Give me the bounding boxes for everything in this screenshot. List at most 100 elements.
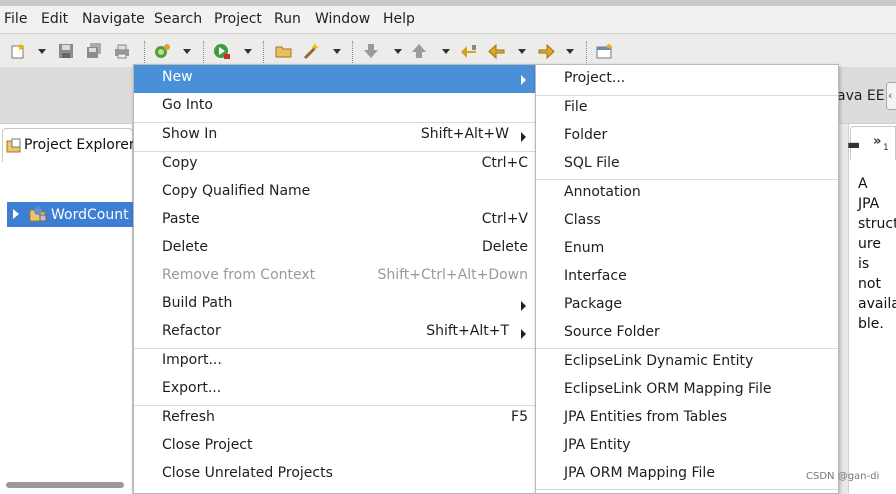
- submenu-item-label: JPA Entities from Tables: [564, 409, 728, 425]
- submenu-item-eclipselink-orm-mapping-file[interactable]: EclipseLink ORM Mapping File: [536, 377, 838, 405]
- back-icon[interactable]: [488, 42, 506, 60]
- tree-expand-icon[interactable]: [13, 209, 19, 219]
- new-submenu: Project... File Folder SQL File Annotati…: [535, 64, 839, 494]
- open-perspective-icon[interactable]: [596, 42, 614, 60]
- submenu-item-enum[interactable]: Enum: [536, 236, 838, 264]
- project-explorer-icon: [6, 138, 22, 154]
- menu-help[interactable]: Help: [383, 11, 415, 27]
- submenu-item-label: File: [564, 99, 588, 115]
- menu-item-shortcut: Ctrl+V: [481, 211, 528, 227]
- submenu-item-label: JPA ORM Mapping File: [564, 465, 715, 481]
- menu-file[interactable]: File: [4, 11, 27, 27]
- menu-item-label: Copy Qualified Name: [162, 183, 311, 199]
- menu-item-show-in[interactable]: Show In Shift+Alt+W: [134, 122, 535, 150]
- menu-item-refresh[interactable]: Refresh F5: [134, 405, 535, 433]
- menu-search[interactable]: Search: [154, 11, 202, 27]
- perspective-overflow-button[interactable]: ‹: [886, 82, 896, 110]
- next-annotation-dropdown-icon[interactable]: [394, 49, 402, 54]
- menu-item-build-path[interactable]: Build Path: [134, 291, 535, 319]
- submenu-item-interface[interactable]: Interface: [536, 264, 838, 292]
- open-folder-icon[interactable]: [275, 42, 293, 60]
- submenu-item-label: Project...: [564, 70, 626, 86]
- run-icon[interactable]: [213, 42, 231, 60]
- prev-annotation-icon[interactable]: [412, 42, 430, 60]
- debug-icon[interactable]: [153, 42, 171, 60]
- wand-icon[interactable]: [303, 42, 321, 60]
- toolbar-separator: [263, 41, 265, 63]
- menu-item-delete[interactable]: Delete Delete: [134, 235, 535, 263]
- print-icon[interactable]: [113, 42, 131, 60]
- menu-item-close-project[interactable]: Close Project: [134, 433, 535, 461]
- forward-dropdown-icon[interactable]: [566, 49, 574, 54]
- new-dropdown-icon[interactable]: [38, 49, 46, 54]
- new-wizard-icon[interactable]: [9, 42, 27, 60]
- run-dropdown-icon[interactable]: [244, 49, 252, 54]
- submenu-item-jpa-entities-from-tables[interactable]: JPA Entities from Tables: [536, 405, 838, 433]
- minimize-icon[interactable]: ▬: [847, 137, 860, 153]
- tree-label-wordcount: WordCount: [51, 207, 129, 223]
- menu-item-copy-qualified-name[interactable]: Copy Qualified Name: [134, 179, 535, 207]
- view-overflow-chevron-icon[interactable]: »: [873, 134, 881, 149]
- menu-item-close-unrelated-projects[interactable]: Close Unrelated Projects: [134, 461, 535, 489]
- toolbar-separator: [144, 41, 146, 63]
- submenu-item-project[interactable]: Project...: [536, 66, 838, 94]
- menu-item-copy[interactable]: Copy Ctrl+C: [134, 151, 535, 179]
- next-annotation-icon[interactable]: [364, 42, 382, 60]
- outline-message-line: JPA: [858, 196, 880, 212]
- menu-item-paste[interactable]: Paste Ctrl+V: [134, 207, 535, 235]
- submenu-item-class[interactable]: Class: [536, 208, 838, 236]
- submenu-item-jpa-entity[interactable]: JPA Entity: [536, 433, 838, 461]
- submenu-item-package[interactable]: Package: [536, 292, 838, 320]
- submenu-item-eclipselink-dynamic-entity[interactable]: EclipseLink Dynamic Entity: [536, 349, 838, 377]
- outline-message-line: struct: [858, 216, 896, 232]
- main-toolbar: [0, 35, 896, 67]
- menu-item-label: Close Project: [162, 437, 253, 453]
- submenu-arrow-icon: [521, 301, 526, 311]
- outline-message-line: ure: [858, 236, 881, 252]
- last-edit-icon[interactable]: [460, 42, 478, 60]
- submenu-item-jpa-orm-mapping-file[interactable]: JPA ORM Mapping File: [536, 461, 838, 489]
- outline-message-line: ble.: [858, 316, 884, 332]
- submenu-item-file[interactable]: File: [536, 95, 838, 123]
- horizontal-scrollbar[interactable]: [6, 482, 124, 488]
- java-ee-perspective-button[interactable]: ava EE: [837, 88, 885, 104]
- menu-item-import[interactable]: Import...: [134, 348, 535, 376]
- outline-message-line: is: [858, 256, 870, 272]
- menu-item-shortcut: Shift+Alt+T: [426, 323, 509, 339]
- menu-item-label: Remove from Context: [162, 267, 316, 283]
- debug-dropdown-icon[interactable]: [183, 49, 191, 54]
- menu-item-shortcut: Shift+Alt+W: [420, 126, 509, 142]
- menu-item-export[interactable]: Export...: [134, 376, 535, 404]
- menu-item-label: New: [162, 69, 193, 85]
- back-dropdown-icon[interactable]: [518, 49, 526, 54]
- menu-edit[interactable]: Edit: [41, 11, 68, 27]
- submenu-item-folder[interactable]: Folder: [536, 123, 838, 151]
- wand-dropdown-icon[interactable]: [333, 49, 341, 54]
- menu-run[interactable]: Run: [274, 11, 301, 27]
- submenu-item-label: EclipseLink Dynamic Entity: [564, 353, 754, 369]
- toolbar-separator: [352, 41, 354, 63]
- menu-window[interactable]: Window: [315, 11, 370, 27]
- menu-project[interactable]: Project: [214, 11, 262, 27]
- menu-item-label: Refresh: [162, 409, 215, 425]
- save-all-icon[interactable]: [85, 42, 103, 60]
- submenu-item-sql-file[interactable]: SQL File: [536, 151, 838, 179]
- menu-item-label: Refactor: [162, 323, 221, 339]
- submenu-item-label: Interface: [564, 268, 627, 284]
- outline-message-line: A: [858, 176, 868, 192]
- submenu-arrow-icon: [521, 75, 526, 85]
- watermark-text: CSDN @gan-di: [806, 471, 880, 482]
- save-icon[interactable]: [57, 42, 75, 60]
- menu-item-go-into[interactable]: Go Into: [134, 93, 535, 121]
- submenu-item-label: Enum: [564, 240, 605, 256]
- submenu-item-annotation[interactable]: Annotation: [536, 180, 838, 208]
- menu-navigate[interactable]: Navigate: [82, 11, 145, 27]
- menu-item-label: Import...: [162, 352, 222, 368]
- prev-annotation-dropdown-icon[interactable]: [442, 49, 450, 54]
- menu-item-refactor[interactable]: Refactor Shift+Alt+T: [134, 319, 535, 347]
- menu-item-shortcut: F5: [511, 409, 528, 425]
- menu-item-shortcut: Delete: [482, 239, 528, 255]
- menu-item-new[interactable]: New: [134, 65, 535, 93]
- forward-icon[interactable]: [537, 42, 555, 60]
- submenu-item-source-folder[interactable]: Source Folder: [536, 320, 838, 348]
